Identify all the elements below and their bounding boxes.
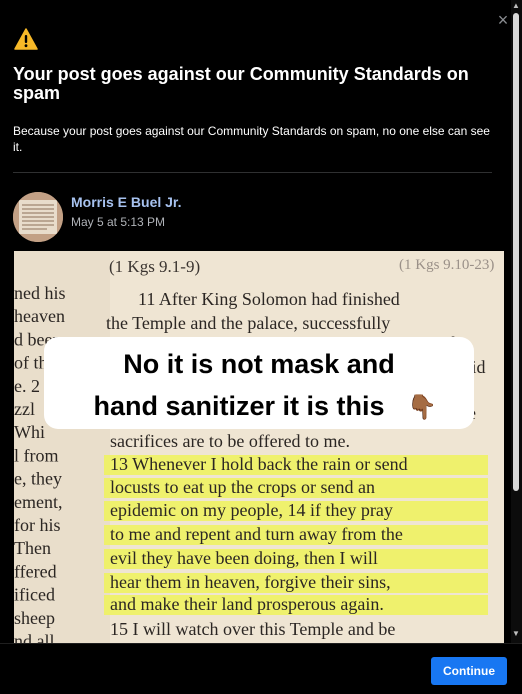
dialog: × Your post goes against our Community S…: [0, 0, 509, 643]
scrollbar[interactable]: ▲ ▼: [511, 0, 522, 643]
left-column-line: ffered: [14, 561, 57, 581]
close-icon[interactable]: ×: [495, 11, 509, 29]
left-column-line: ement,: [14, 492, 62, 512]
left-column-line: ificed: [14, 585, 55, 605]
right-column-line: sacrifices are to be offered to me.: [110, 431, 350, 451]
dialog-footer: Continue: [0, 643, 522, 694]
left-column-line: for his: [14, 515, 61, 535]
right-column-line: and make their land prosperous again.: [110, 594, 384, 614]
right-column-line: the Temple and the palace, successfully: [106, 313, 390, 333]
right-column-line: hear them in heaven, forgive their sins,: [110, 572, 391, 592]
scroll-down-arrow-icon[interactable]: ▼: [512, 630, 520, 638]
right-column-line: epidemic on my people, 14 if they pray: [110, 500, 393, 520]
continue-button[interactable]: Continue: [431, 657, 507, 685]
dialog-title: Your post goes against our Community Sta…: [13, 64, 469, 103]
left-column-line: l from: [14, 445, 59, 465]
right-column-line: 15 I will watch over this Temple and be: [110, 619, 395, 639]
right-column-line: locusts to eat up the crops or send an: [110, 477, 375, 497]
left-column-line: Then: [14, 538, 51, 558]
divider: [13, 172, 492, 173]
right-column-line: 13 Whenever I hold back the rain or send: [110, 454, 408, 474]
left-column-line: zzl: [14, 399, 35, 419]
scrollbar-thumb[interactable]: [513, 13, 519, 491]
left-column-line: Whi: [14, 422, 45, 442]
left-column-line: heaven: [14, 306, 65, 326]
avatar-image: [13, 192, 63, 242]
left-column-line: nd all: [14, 631, 55, 643]
post-timestamp-link[interactable]: May 5 at 5:13 PM: [71, 215, 165, 229]
scroll-up-arrow-icon[interactable]: ▲: [512, 2, 520, 10]
bible-reference: (1 Kgs 9.1-9): [109, 257, 200, 276]
right-column-line: evil they have been doing, then I will: [110, 548, 378, 568]
overlay-line-2: hand sanitizer it is this: [93, 391, 384, 421]
bible-page-photo: (1 Kgs 9.1-9) (1 Kgs 9.10-23) ned his hea…: [14, 251, 504, 643]
warning-triangle-icon: [14, 28, 38, 50]
bible-reference-right: (1 Kgs 9.10-23): [399, 257, 494, 273]
dialog-description: Because your post goes against our Commu…: [13, 124, 490, 154]
avatar[interactable]: [13, 192, 63, 242]
right-column-line: 11 After King Solomon had finished: [138, 289, 400, 309]
author-name-link[interactable]: Morris E Buel Jr.: [71, 194, 181, 211]
post-image[interactable]: (1 Kgs 9.1-9) (1 Kgs 9.10-23) ned his hea…: [14, 251, 504, 643]
left-column-line: ned his: [14, 283, 66, 303]
left-column-line: e, they: [14, 469, 62, 489]
left-column-line: sheep: [14, 608, 55, 628]
overlay-line-1: No it is not mask and: [123, 349, 395, 379]
overlay-emoji: 👇🏾: [407, 393, 437, 421]
right-column-line: to me and repent and turn away from the: [110, 524, 403, 544]
